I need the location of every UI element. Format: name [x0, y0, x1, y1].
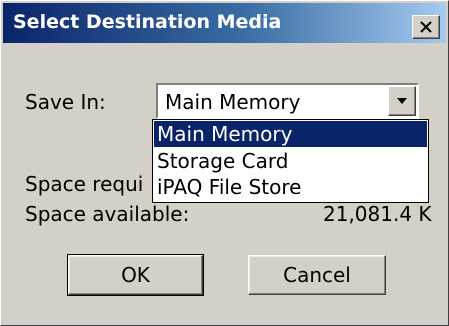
- dropdown-button[interactable]: [388, 86, 416, 116]
- dropdown-option-storage-card[interactable]: Storage Card: [154, 148, 427, 174]
- cancel-button[interactable]: Cancel: [248, 255, 386, 295]
- ok-button[interactable]: OK: [67, 254, 204, 296]
- save-in-value: Main Memory: [165, 90, 301, 114]
- save-in-dropdown-list: Main Memory Storage Card iPAQ File Store: [152, 119, 429, 203]
- close-button[interactable]: [412, 15, 440, 39]
- title-bar[interactable]: Select Destination Media: [3, 3, 446, 43]
- select-destination-dialog: Select Destination Media Save In: Main M…: [0, 0, 449, 326]
- dropdown-option-main-memory[interactable]: Main Memory: [154, 121, 427, 147]
- dropdown-option-ipaq-file-store[interactable]: iPAQ File Store: [154, 174, 427, 200]
- save-in-label: Save In:: [25, 90, 106, 114]
- save-in-select[interactable]: Main Memory: [156, 83, 419, 119]
- close-icon: [420, 21, 432, 33]
- space-required-label: Space requi: [25, 172, 144, 196]
- chevron-down-icon: [397, 98, 407, 104]
- space-available-value: 21,081.4 K: [323, 202, 432, 226]
- space-available-label: Space available:: [25, 202, 190, 226]
- dialog-title: Select Destination Media: [13, 11, 282, 33]
